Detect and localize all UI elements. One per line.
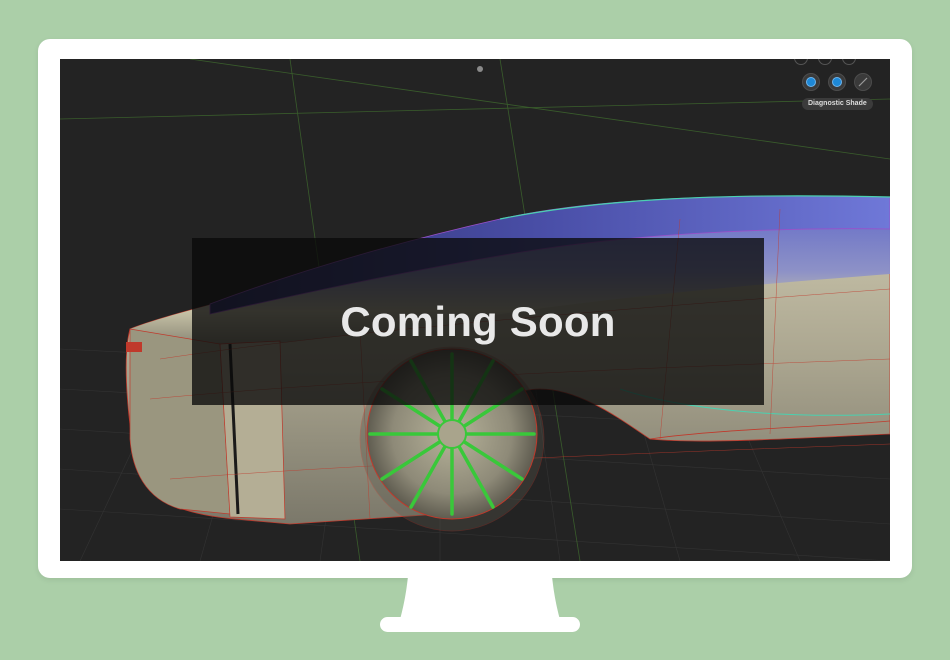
diagonal-line-glyph bbox=[858, 77, 868, 87]
diagnostic-shade-label: Diagnostic Shade bbox=[802, 98, 873, 110]
toolbar-top-row bbox=[792, 59, 872, 65]
monitor-stand-base bbox=[380, 617, 580, 632]
shade-mode-alt-icon[interactable] bbox=[828, 73, 846, 91]
toolbar-partial-icon[interactable] bbox=[818, 59, 832, 65]
wireframe-icon[interactable] bbox=[854, 73, 872, 91]
3d-viewport[interactable]: Diagnostic Shade Coming Soon bbox=[60, 59, 890, 561]
toolbar-partial-icon[interactable] bbox=[842, 59, 856, 65]
active-indicator bbox=[807, 78, 815, 86]
monitor-frame: Diagnostic Shade Coming Soon bbox=[38, 39, 912, 578]
active-indicator bbox=[833, 78, 841, 86]
viewport-toolbar: Diagnostic Shade bbox=[802, 73, 873, 123]
camera-indicator bbox=[477, 66, 483, 72]
overlay-title: Coming Soon bbox=[340, 297, 616, 345]
shade-mode-icon[interactable] bbox=[802, 73, 820, 91]
toolbar-partial-icon[interactable] bbox=[794, 59, 808, 65]
coming-soon-overlay: Coming Soon bbox=[192, 238, 764, 405]
